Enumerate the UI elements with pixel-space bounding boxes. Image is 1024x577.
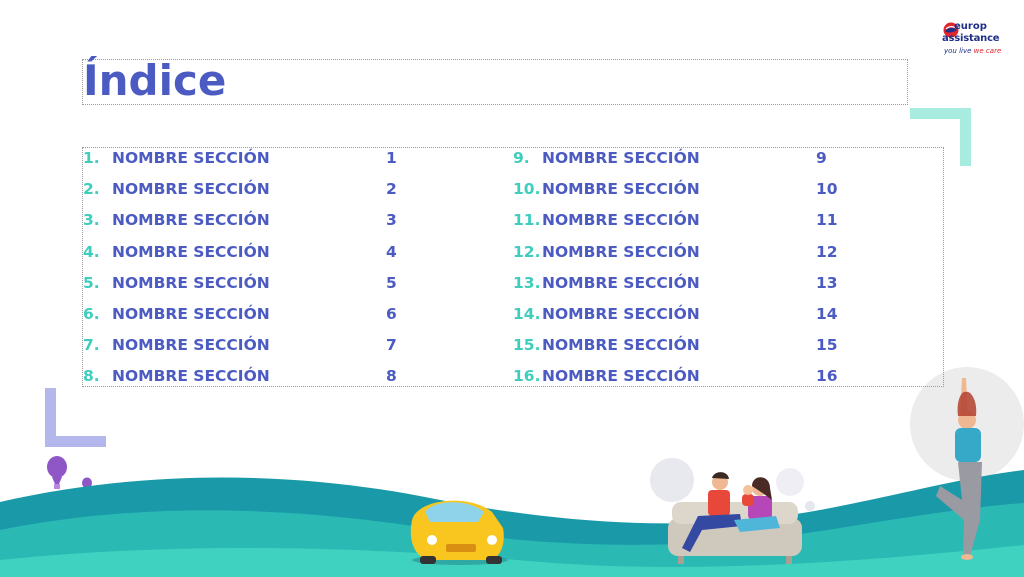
toc-placeholder[interactable]: 1. NOMBRE SECCIÓN 1 2. NOMBRE SECCIÓN 2 3. NOMB… bbox=[82, 147, 944, 387]
toc-item-page: 2 bbox=[386, 180, 397, 199]
toc-item-number: 1. bbox=[83, 149, 100, 167]
toc-item-label: NOMBRE SECCIÓN bbox=[112, 336, 270, 355]
logo-text-assistance: assistance bbox=[942, 33, 1000, 44]
toc-item[interactable]: 9. NOMBRE SECCIÓN 9 bbox=[513, 148, 843, 172]
toc-item-number: 16. bbox=[513, 367, 541, 386]
toc-item-label: NOMBRE SECCIÓN bbox=[112, 305, 270, 323]
toc-item-number: 9. bbox=[513, 149, 530, 167]
toc-item-page: 11 bbox=[816, 211, 838, 230]
toc-item-page: 7 bbox=[386, 336, 397, 355]
toc-item-label: NOMBRE SECCIÓN bbox=[542, 211, 700, 230]
toc-item[interactable]: 11. NOMBRE SECCIÓN 11 bbox=[513, 210, 843, 234]
toc-item-page: 4 bbox=[386, 242, 397, 261]
toc-item-page: 6 bbox=[386, 305, 397, 323]
toc-item-number: 3. bbox=[83, 211, 100, 230]
bubble-icon bbox=[650, 458, 694, 502]
toc-item-label: NOMBRE SECCIÓN bbox=[542, 336, 700, 355]
toc-item[interactable]: 12. NOMBRE SECCIÓN 12 bbox=[513, 242, 843, 266]
toc-item-number: 11. bbox=[513, 211, 541, 230]
toc-item[interactable]: 14. NOMBRE SECCIÓN 14 bbox=[513, 304, 843, 328]
toc-item[interactable]: 10. NOMBRE SECCIÓN 10 bbox=[513, 179, 843, 203]
toc-item-number: 8. bbox=[83, 367, 100, 386]
toc-item-number: 10. bbox=[513, 180, 541, 199]
toc-item-page: 14 bbox=[816, 305, 838, 323]
toc-item-page: 3 bbox=[386, 211, 397, 230]
toc-item[interactable]: 2. NOMBRE SECCIÓN 2 bbox=[83, 179, 413, 203]
toc-item-page: 10 bbox=[816, 180, 838, 199]
logo-tagline-we-care: we care bbox=[973, 47, 1002, 55]
toc-item-number: 2. bbox=[83, 180, 100, 199]
balloon-icon bbox=[47, 456, 67, 489]
slide: europ assistance you live we care Índice… bbox=[0, 0, 1024, 577]
toc-item-label: NOMBRE SECCIÓN bbox=[112, 273, 270, 292]
toc-item[interactable]: 1. NOMBRE SECCIÓN 1 bbox=[83, 148, 413, 172]
lavender-corner-bracket bbox=[45, 388, 106, 447]
toc-item-label: NOMBRE SECCIÓN bbox=[112, 149, 270, 167]
toc-item-label: NOMBRE SECCIÓN bbox=[542, 242, 700, 261]
toc-item-label: NOMBRE SECCIÓN bbox=[542, 367, 700, 386]
toc-item[interactable]: 7. NOMBRE SECCIÓN 7 bbox=[83, 335, 413, 359]
toc-item-page: 16 bbox=[816, 367, 838, 386]
toc-item[interactable]: 16. NOMBRE SECCIÓN 16 bbox=[513, 366, 843, 390]
toc-item-number: 5. bbox=[83, 273, 100, 292]
toc-item-number: 12. bbox=[513, 242, 541, 261]
toc-item-number: 4. bbox=[83, 242, 100, 261]
toc-item[interactable]: 8. NOMBRE SECCIÓN 8 bbox=[83, 366, 413, 390]
toc-item-label: NOMBRE SECCIÓN bbox=[542, 149, 700, 167]
toc-item-label: NOMBRE SECCIÓN bbox=[112, 367, 270, 386]
toc-item-number: 6. bbox=[83, 305, 100, 323]
toc-item[interactable]: 3. NOMBRE SECCIÓN 3 bbox=[83, 210, 413, 234]
toc-item-page: 13 bbox=[816, 273, 838, 292]
toc-item-number: 13. bbox=[513, 273, 541, 292]
toc-item-number: 15. bbox=[513, 336, 541, 355]
toc-item[interactable]: 15. NOMBRE SECCIÓN 15 bbox=[513, 335, 843, 359]
toc-item-label: NOMBRE SECCIÓN bbox=[112, 180, 270, 199]
bubble-icon bbox=[776, 468, 804, 496]
toc-item-page: 8 bbox=[386, 367, 397, 386]
toc-item[interactable]: 5. NOMBRE SECCIÓN 5 bbox=[83, 273, 413, 297]
toc-item-page: 5 bbox=[386, 273, 397, 292]
toc-item-number: 14. bbox=[513, 305, 541, 323]
toc-item-label: NOMBRE SECCIÓN bbox=[542, 180, 700, 199]
logo-text-europ: europ bbox=[954, 21, 987, 32]
page-title: Índice bbox=[83, 56, 227, 105]
toc-item[interactable]: 4. NOMBRE SECCIÓN 4 bbox=[83, 242, 413, 266]
toc-item-label: NOMBRE SECCIÓN bbox=[112, 242, 270, 261]
toc-item[interactable]: 13. NOMBRE SECCIÓN 13 bbox=[513, 273, 843, 297]
toc-item-label: NOMBRE SECCIÓN bbox=[112, 211, 270, 230]
title-placeholder[interactable]: Índice bbox=[82, 56, 908, 105]
toc-item-label: NOMBRE SECCIÓN bbox=[542, 273, 700, 292]
toc-item-page: 9 bbox=[816, 149, 827, 167]
toc-item-page: 15 bbox=[816, 336, 838, 355]
toc-item[interactable]: 6. NOMBRE SECCIÓN 6 bbox=[83, 304, 413, 328]
logo-tagline-you-live: you live bbox=[944, 47, 972, 55]
toc-item-number: 7. bbox=[83, 336, 100, 355]
europ-assistance-logo: europ assistance you live we care bbox=[940, 21, 1001, 66]
bubble-icon bbox=[805, 501, 815, 511]
toc-item-page: 1 bbox=[386, 149, 397, 167]
toc-item-label: NOMBRE SECCIÓN bbox=[542, 305, 700, 323]
toc-item-page: 12 bbox=[816, 242, 838, 261]
logo-tagline: you live we care bbox=[944, 47, 1001, 56]
